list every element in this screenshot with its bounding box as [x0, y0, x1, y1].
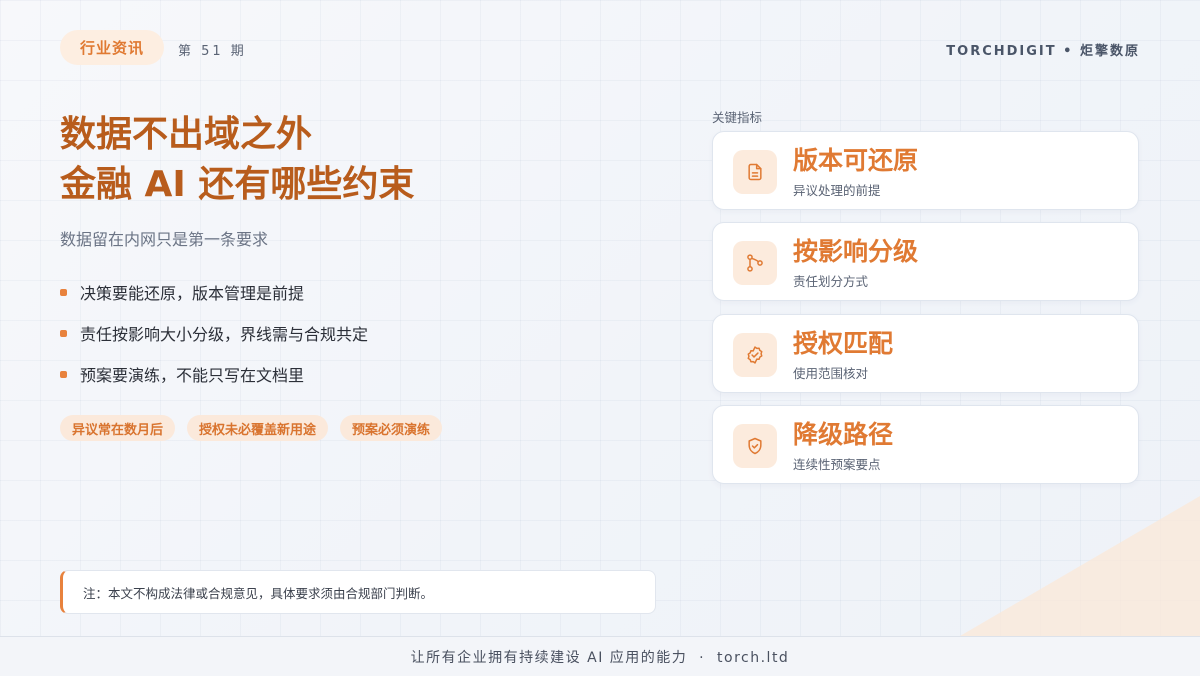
metrics-label: 关键指标	[712, 110, 763, 125]
bullet-text: 责任按影响大小分级，界线需与合规共定	[80, 325, 369, 344]
chip: 授权未必覆盖新用途	[187, 415, 329, 441]
bullet-text: 预案要演练，不能只写在文档里	[80, 366, 305, 385]
bullet-dot-icon	[60, 329, 67, 337]
footer-text: 让所有企业拥有持续建设 AI 应用的能力 · torch.ltd	[410, 649, 790, 666]
bullet-dot-icon	[60, 370, 67, 378]
branch-icon	[733, 241, 777, 285]
footer: 让所有企业拥有持续建设 AI 应用的能力 · torch.ltd	[0, 636, 1200, 676]
metric-subtitle: 使用范围核对	[793, 366, 869, 381]
chip: 预案必须演练	[340, 415, 443, 441]
metric-title: 降级路径	[793, 420, 894, 449]
bullet-item: 决策要能还原，版本管理是前提	[60, 280, 368, 304]
chip: 异议常在数月后	[60, 415, 176, 441]
badge-check-icon	[733, 333, 777, 377]
metric-subtitle: 责任划分方式	[793, 274, 869, 289]
chip-group: 异议常在数月后 授权未必覆盖新用途 预案必须演练	[60, 415, 443, 441]
shield-check-icon	[733, 424, 777, 468]
metric-card-authorization: 授权匹配 使用范围核对	[712, 314, 1139, 393]
title-line-1: 数据不出域之外	[60, 114, 313, 155]
disclaimer-note: 注：本文不构成法律或合规意见，具体要求须由合规部门判断。	[60, 570, 656, 614]
bullet-item: 预案要演练，不能只写在文档里	[60, 362, 368, 386]
metric-card-downgrade: 降级路径 连续性预案要点	[712, 405, 1139, 484]
page-title: 数据不出域之外 金融 AI 还有哪些约束	[60, 110, 660, 210]
metric-card-impact: 按影响分级 责任划分方式	[712, 222, 1139, 301]
document-icon	[733, 150, 777, 194]
page-subtitle: 数据留在内网只是第一条要求	[60, 230, 269, 249]
category-tag: 行业资讯	[60, 30, 164, 65]
header: 行业资讯 第 51 期 TORCHDIGIT • 炬擎数原	[60, 30, 1140, 66]
bullet-item: 责任按影响大小分级，界线需与合规共定	[60, 321, 368, 345]
metric-title: 按影响分级	[793, 237, 919, 266]
bullet-list: 决策要能还原，版本管理是前提 责任按影响大小分级，界线需与合规共定 预案要演练，…	[60, 280, 368, 403]
bullet-text: 决策要能还原，版本管理是前提	[80, 284, 305, 303]
issue-number: 第 51 期	[178, 44, 247, 59]
bullet-dot-icon	[60, 288, 67, 296]
brand-name: TORCHDIGIT • 炬擎数原	[946, 44, 1140, 59]
metric-card-version: 版本可还原 异议处理的前提	[712, 131, 1139, 210]
metric-title: 授权匹配	[793, 329, 894, 358]
metric-subtitle: 连续性预案要点	[793, 457, 881, 472]
metric-subtitle: 异议处理的前提	[793, 183, 881, 198]
metric-title: 版本可还原	[793, 146, 919, 175]
title-line-2: 金融 AI 还有哪些约束	[60, 164, 415, 205]
